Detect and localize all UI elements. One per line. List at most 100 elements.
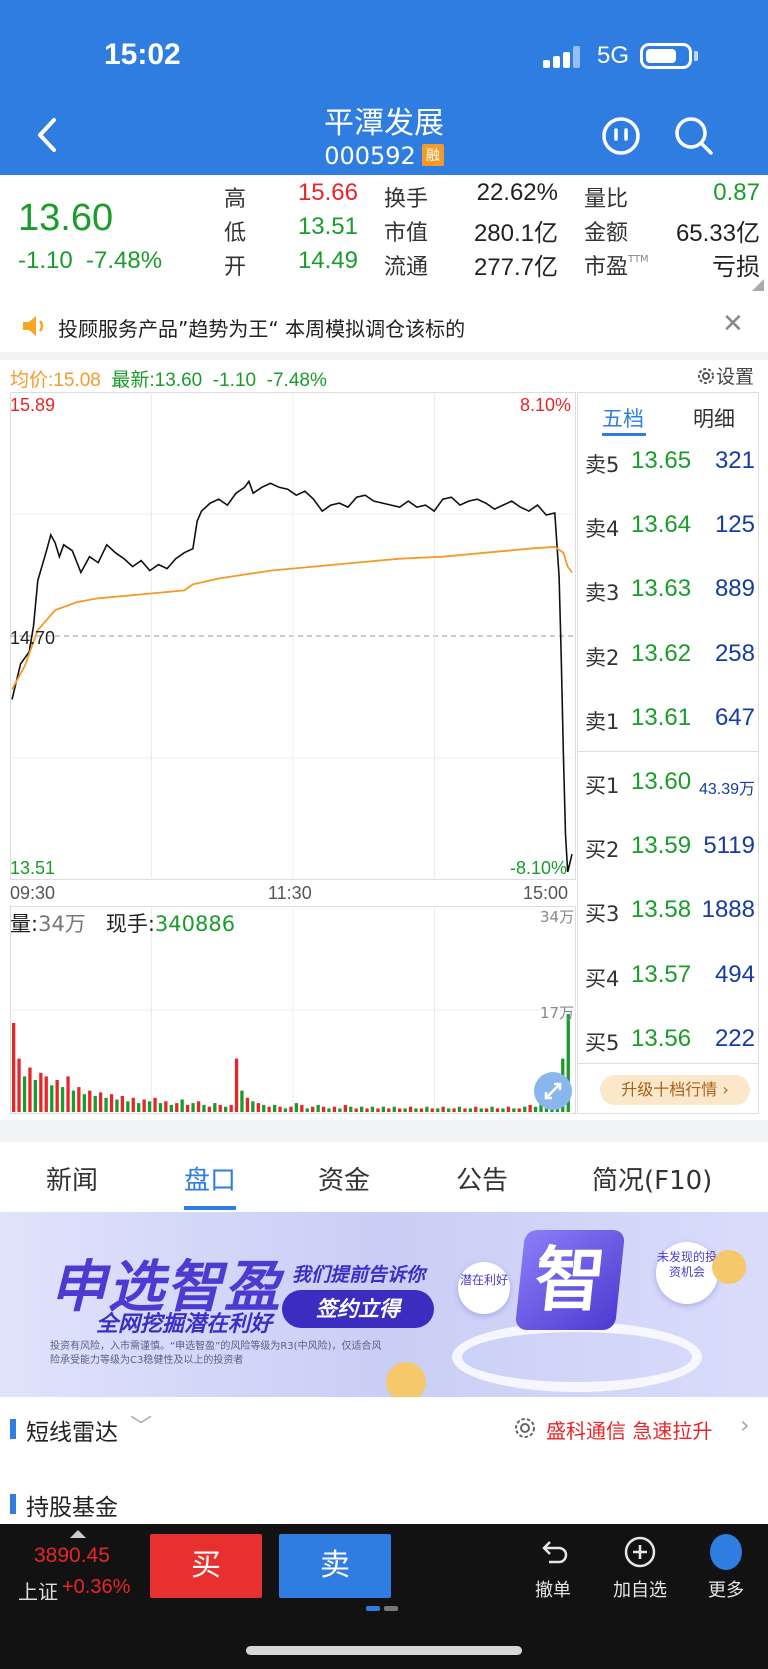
volume-bar xyxy=(392,1106,396,1112)
volume-bar xyxy=(196,1101,201,1112)
sell-row-4[interactable]: 卖4 13.64 125 xyxy=(585,509,757,549)
add-watchlist-button[interactable]: 加自选 xyxy=(605,1534,675,1602)
pct-label-bottom: -8.10% xyxy=(510,858,568,878)
latest-price: 最新:13.60 xyxy=(111,370,203,391)
tab-funds[interactable]: 资金 xyxy=(318,1160,370,1197)
buy-row-1[interactable]: 买1 13.60 43.39万 xyxy=(585,766,757,806)
order-book-tabs: 五档 明细 xyxy=(578,393,758,437)
message-button[interactable] xyxy=(600,115,642,157)
chart-grid xyxy=(10,392,576,880)
volume-bar xyxy=(262,1104,266,1112)
tab-news[interactable]: 新闻 xyxy=(46,1160,98,1197)
volume-bar xyxy=(506,1106,511,1112)
volume-label: 量: xyxy=(10,912,39,936)
volume-bar xyxy=(202,1104,206,1112)
more-icon xyxy=(710,1534,742,1570)
tab-handicap[interactable]: 盘口 xyxy=(184,1160,236,1197)
tab-announcement[interactable]: 公告 xyxy=(456,1160,508,1197)
volume-bar xyxy=(419,1108,424,1112)
sell-row-2[interactable]: 卖2 13.62 258 xyxy=(585,638,757,678)
buy-label: 买3 xyxy=(585,902,620,926)
volume-bar xyxy=(365,1108,369,1112)
sell-row-1[interactable]: 卖1 13.61 647 xyxy=(585,702,757,742)
caret-up-icon[interactable] xyxy=(70,1530,86,1538)
volume-bar xyxy=(115,1099,119,1112)
undo-label: 撤单 xyxy=(535,1580,571,1601)
notice-bar[interactable]: 投顾服务产品”趋势为王“ 本周模拟调仓该标的 ✕ xyxy=(0,305,768,349)
volume-bar xyxy=(22,1076,27,1112)
close-icon[interactable]: ✕ xyxy=(722,309,744,339)
y-label-mid: 14.70 xyxy=(10,628,56,648)
sell-price: 13.62 xyxy=(631,640,692,667)
volume-bar xyxy=(93,1096,97,1112)
volume-bar xyxy=(191,1103,195,1112)
tab-f10[interactable]: 简况(F10) xyxy=(592,1160,712,1197)
chevron-down-icon[interactable]: ﹀ xyxy=(130,1409,152,1441)
sell-button[interactable]: 卖 xyxy=(279,1534,391,1598)
change-percent: -7.48% xyxy=(86,247,163,274)
info-tabs: 新闻 盘口 资金 公告 简况(F10) xyxy=(0,1142,768,1212)
intraday-chart[interactable] xyxy=(10,392,576,880)
volume-bar xyxy=(474,1106,478,1112)
banner-cta-button[interactable]: 签约立得 xyxy=(282,1290,434,1328)
section-bar xyxy=(10,1419,16,1439)
sell-price: 13.61 xyxy=(631,704,692,731)
buy-row-3[interactable]: 买3 13.58 1888 xyxy=(585,894,757,934)
turnover-label: 换手 xyxy=(384,187,429,212)
sell-row-5[interactable]: 卖5 13.65 321 xyxy=(585,445,757,485)
gear-icon[interactable] xyxy=(512,1415,538,1441)
buy-row-2[interactable]: 买2 13.59 5119 xyxy=(585,830,757,870)
volume-bar xyxy=(180,1099,184,1112)
home-indicator xyxy=(246,1646,522,1655)
chevron-right-icon[interactable]: › xyxy=(740,1411,750,1439)
more-button[interactable]: 更多 xyxy=(691,1534,761,1602)
radar-title[interactable]: 短线雷达 xyxy=(26,1413,118,1447)
amount-label: 金额 xyxy=(584,221,629,246)
volume-bar xyxy=(354,1108,358,1112)
funds-title[interactable]: 持股基金 xyxy=(26,1488,118,1522)
bottom-bar: 3890.45 上证 +0.36% 买 卖 撤单 加自选 更多 xyxy=(0,1524,768,1669)
pe-label-text: 市盈 xyxy=(584,255,629,280)
volume-bar xyxy=(234,1058,239,1112)
settings-button[interactable]: 设置 xyxy=(696,362,754,389)
fullscreen-button[interactable] xyxy=(534,1072,572,1110)
radar-news[interactable]: 盛科通信 急速拉升 xyxy=(546,1415,712,1444)
volume-info: 量:34万 现手:340886 xyxy=(10,908,235,938)
volume-bar xyxy=(158,1103,163,1112)
volume-bar xyxy=(224,1106,228,1112)
expand-icon xyxy=(544,1082,562,1100)
volume-bar xyxy=(12,1023,16,1112)
volume-bar xyxy=(300,1104,304,1112)
index-value[interactable]: 3890.45 xyxy=(34,1544,110,1568)
volume-bar xyxy=(50,1085,54,1112)
quote-panel: 13.60 -1.10 -7.48% 高 15.66 低 13.51 开 14.… xyxy=(0,175,768,295)
buy-button[interactable]: 买 xyxy=(150,1534,262,1598)
stock-code: 000592 xyxy=(324,142,416,170)
expand-corner-icon[interactable] xyxy=(752,279,764,291)
sell-row-3[interactable]: 卖3 13.63 889 xyxy=(585,573,757,613)
search-button[interactable] xyxy=(673,115,715,157)
undo-order-button[interactable]: 撤单 xyxy=(518,1534,588,1602)
promo-banner[interactable]: 申选智盈 全网挖掘潜在利好 我们提前告诉你 签约立得 投资有风险，入市需谨慎。“… xyxy=(0,1212,768,1397)
divider xyxy=(0,352,768,360)
banner-bubble: 潜在利好 xyxy=(458,1262,510,1314)
x-tick-1: 11:30 xyxy=(268,883,312,903)
tab-detail[interactable]: 明细 xyxy=(693,403,735,433)
pe-label: 市盈TTM xyxy=(584,249,649,281)
sell-volume: 647 xyxy=(714,704,755,731)
upgrade-ten-levels-button[interactable]: 升级十档行情 › xyxy=(600,1075,750,1105)
open-value: 14.49 xyxy=(297,247,358,274)
tab-five-levels[interactable]: 五档 xyxy=(602,403,644,433)
y-label-top: 15.89 xyxy=(10,395,56,415)
volume-bar xyxy=(517,1108,521,1112)
buy-row-5[interactable]: 买5 13.56 222 xyxy=(585,1023,757,1063)
float-value: 277.7亿 xyxy=(473,254,558,281)
buy-label: 买5 xyxy=(585,1031,620,1055)
volume-bar xyxy=(490,1106,494,1112)
volume-bar xyxy=(283,1108,288,1112)
more-label: 更多 xyxy=(708,1580,744,1601)
current-price: 13.60 xyxy=(18,197,114,239)
volume-bar xyxy=(17,1058,21,1112)
buy-row-4[interactable]: 买4 13.57 494 xyxy=(585,959,757,999)
volume-bar xyxy=(398,1108,402,1112)
